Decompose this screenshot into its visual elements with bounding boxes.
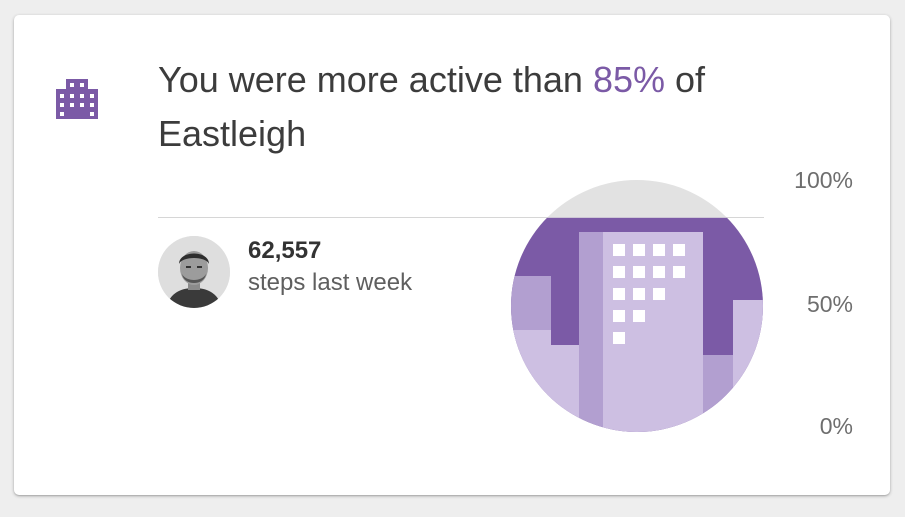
user-avatar-photo bbox=[158, 236, 230, 308]
headline-percent: 85% bbox=[592, 59, 665, 100]
percentile-city-visual bbox=[511, 180, 763, 432]
scale-label-50: 50% bbox=[806, 291, 853, 317]
activity-card[interactable]: You were more active than 85% of Eastlei… bbox=[14, 15, 890, 495]
city-buildings-icon bbox=[56, 79, 98, 119]
avatar[interactable] bbox=[158, 236, 230, 308]
headline-prefix: You were more active than bbox=[158, 59, 583, 100]
activity-headline: You were more active than 85% of Eastlei… bbox=[158, 53, 798, 161]
scale-label-100: 100% bbox=[794, 167, 853, 193]
headline-suffix: of bbox=[675, 59, 706, 100]
scale-label-0: 0% bbox=[819, 413, 853, 439]
steps-label: steps last week bbox=[248, 269, 413, 296]
steps-value: 62,557 bbox=[248, 237, 322, 264]
headline-place: Eastleigh bbox=[158, 113, 307, 154]
